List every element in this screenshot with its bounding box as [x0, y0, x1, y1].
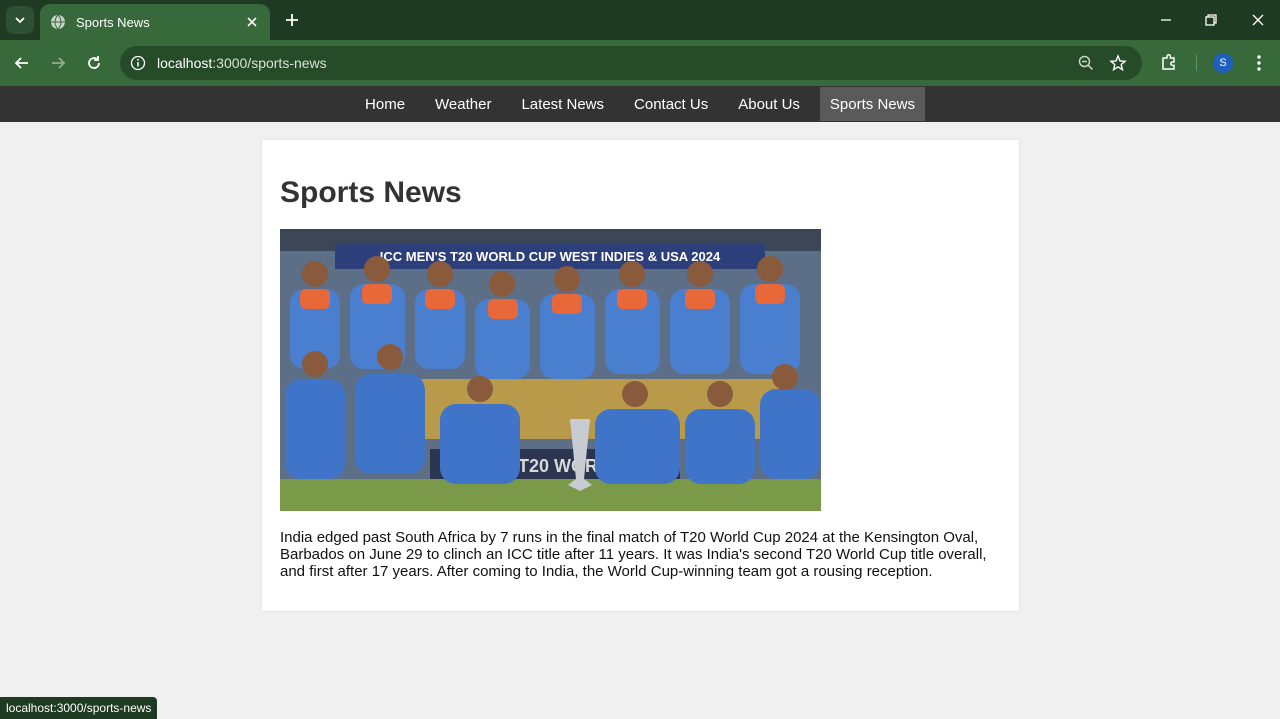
nav-link-latest-news[interactable]: Latest News	[511, 86, 614, 122]
url-text[interactable]: localhost:3000/sports-news	[157, 55, 327, 71]
back-arrow-icon[interactable]	[12, 53, 32, 73]
new-tab-icon[interactable]	[282, 10, 302, 30]
chevron-down-icon	[15, 17, 25, 24]
url-host: localhost	[157, 55, 213, 71]
status-bar-url: localhost:3000/sports-news	[0, 697, 158, 719]
url-path: :3000/sports-news	[212, 55, 327, 71]
nav-link-sports-news[interactable]: Sports News	[819, 87, 925, 121]
nav-link-contact-us[interactable]: Contact Us	[624, 86, 718, 122]
news-card: Sports News ICC MEN'S T20 WORLD CUP WEST…	[262, 140, 1019, 611]
bookmark-star-icon[interactable]	[1109, 54, 1127, 72]
site-info-icon[interactable]	[130, 55, 146, 71]
minimize-icon[interactable]	[1158, 12, 1174, 28]
photo-banner-text: ICC MEN'S T20 WORLD CUP WEST INDIES & US…	[380, 249, 721, 264]
reload-icon[interactable]	[84, 53, 104, 73]
photo-illustration: ICC MEN'S T20 WORLD CUP WEST INDIES & US…	[280, 229, 821, 511]
team-celebration-photo: ICC MEN'S T20 WORLD CUP WEST INDIES & US…	[280, 229, 821, 511]
nav-link-home[interactable]: Home	[355, 86, 415, 122]
tab-search-button[interactable]	[6, 6, 34, 34]
close-tab-icon[interactable]	[244, 14, 260, 30]
forward-arrow-icon[interactable]	[48, 53, 68, 73]
nav-link-about-us[interactable]: About Us	[728, 86, 810, 122]
page-title: Sports News	[280, 176, 462, 209]
browser-tab[interactable]: Sports News	[40, 4, 270, 40]
address-bar[interactable]: localhost:3000/sports-news	[120, 46, 1142, 80]
site-nav: Home Weather Latest News Contact Us Abou…	[0, 86, 1280, 122]
kebab-menu-icon[interactable]	[1249, 53, 1269, 73]
toolbar-divider	[1196, 55, 1197, 71]
globe-icon	[51, 14, 65, 30]
article-body: India edged past South Africa by 7 runs …	[280, 529, 987, 580]
close-window-icon[interactable]	[1250, 12, 1266, 28]
extensions-puzzle-icon[interactable]	[1159, 52, 1179, 72]
tab-title: Sports News	[76, 14, 150, 30]
browser-toolbar: localhost:3000/sports-news S	[0, 40, 1280, 86]
profile-avatar[interactable]: S	[1213, 53, 1233, 73]
zoom-icon[interactable]	[1077, 54, 1095, 72]
tab-strip: Sports News	[0, 0, 1280, 40]
restore-icon[interactable]	[1203, 12, 1219, 28]
nav-link-weather[interactable]: Weather	[425, 86, 501, 122]
